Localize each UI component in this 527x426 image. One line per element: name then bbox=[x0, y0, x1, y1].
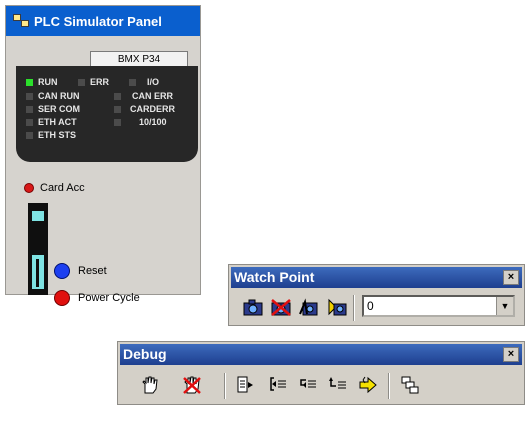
set-breakpoint-button[interactable] bbox=[138, 373, 162, 397]
set-watch-button[interactable] bbox=[241, 295, 265, 319]
network-app-icon bbox=[13, 14, 29, 28]
err-led bbox=[78, 79, 85, 86]
watch-point-combo-value: 0 bbox=[367, 299, 374, 313]
err-led-label: ERR bbox=[90, 77, 110, 87]
close-icon[interactable]: × bbox=[503, 347, 519, 362]
step-over-icon bbox=[300, 379, 316, 388]
plc-title-bar[interactable]: PLC Simulator Panel bbox=[6, 6, 200, 36]
debug-toolbar: Debug × bbox=[117, 341, 525, 405]
show-current-step-icon bbox=[359, 376, 377, 394]
clear-watch-button[interactable] bbox=[269, 295, 293, 319]
can-err-led bbox=[114, 93, 121, 100]
can-run-led-label: CAN RUN bbox=[38, 91, 80, 101]
10-100-led-label: 10/100 bbox=[139, 117, 167, 127]
run-led bbox=[26, 79, 33, 86]
toolbar-separator bbox=[224, 373, 226, 399]
eth-act-led bbox=[26, 119, 33, 126]
card-slot-notch bbox=[36, 259, 39, 287]
can-run-led bbox=[26, 93, 33, 100]
call-stack-button[interactable] bbox=[398, 373, 422, 397]
ser-com-led-label: SER COM bbox=[38, 104, 81, 114]
set-breakpoint-icon bbox=[142, 376, 158, 394]
show-watch-button[interactable] bbox=[297, 295, 321, 319]
run-led-label: RUN bbox=[38, 77, 58, 87]
go-icon bbox=[237, 376, 253, 393]
card-acc-led bbox=[24, 183, 34, 193]
debug-title-bar[interactable]: Debug × bbox=[120, 344, 522, 365]
carderr-led bbox=[114, 106, 121, 113]
can-err-led-label: CAN ERR bbox=[132, 91, 174, 101]
close-icon[interactable]: × bbox=[503, 270, 519, 285]
eth-sts-led bbox=[26, 132, 33, 139]
plc-simulator-panel: PLC Simulator Panel BMX P34 RUN ERR I/O … bbox=[5, 5, 201, 306]
card-slot-top-bar bbox=[32, 211, 44, 221]
reset-button[interactable]: Reset bbox=[54, 263, 107, 279]
io-led-label: I/O bbox=[147, 77, 160, 87]
debug-title: Debug bbox=[123, 346, 167, 362]
watch-point-toolbar: Watch Point × 0 ▼ bbox=[228, 264, 525, 326]
watch-point-title: Watch Point bbox=[234, 269, 315, 285]
card-access-indicator: Card Acc bbox=[24, 182, 85, 194]
chevron-down-icon[interactable]: ▼ bbox=[496, 297, 513, 315]
led-display: RUN ERR I/O CAN RUN CAN ERR SER COM CARD… bbox=[16, 66, 198, 162]
power-cycle-icon bbox=[54, 290, 70, 306]
step-over-button[interactable] bbox=[296, 373, 320, 397]
plc-title: PLC Simulator Panel bbox=[34, 13, 162, 29]
step-out-icon bbox=[329, 377, 346, 389]
watch-point-combo[interactable]: 0 ▼ bbox=[362, 295, 515, 317]
power-cycle-button[interactable]: Power Cycle bbox=[54, 290, 140, 306]
ser-com-led bbox=[26, 106, 33, 113]
reset-label: Reset bbox=[78, 265, 107, 277]
step-into-button[interactable] bbox=[266, 373, 290, 397]
card-acc-label: Card Acc bbox=[40, 182, 85, 194]
show-current-step-button[interactable] bbox=[356, 373, 380, 397]
carderr-led-label: CARDERR bbox=[130, 104, 175, 114]
go-button[interactable] bbox=[234, 373, 258, 397]
set-watch-icon bbox=[243, 299, 263, 316]
sync-watch-button[interactable] bbox=[325, 295, 349, 319]
power-cycle-label: Power Cycle bbox=[78, 292, 140, 304]
call-stack-icon bbox=[401, 376, 419, 394]
show-watch-icon bbox=[299, 298, 318, 316]
clear-breakpoint-icon bbox=[183, 376, 201, 394]
10-100-led bbox=[114, 119, 121, 126]
io-led bbox=[129, 79, 136, 86]
reset-icon bbox=[54, 263, 70, 279]
step-into-icon bbox=[270, 377, 286, 391]
eth-sts-led-label: ETH STS bbox=[38, 130, 77, 140]
eth-act-led-label: ETH ACT bbox=[38, 117, 77, 127]
watch-point-title-bar[interactable]: Watch Point × bbox=[231, 267, 522, 288]
sync-watch-icon bbox=[328, 298, 347, 316]
clear-watch-icon bbox=[271, 299, 291, 316]
toolbar-separator bbox=[388, 373, 390, 399]
toolbar-separator bbox=[353, 295, 355, 321]
memory-card-slot[interactable] bbox=[28, 203, 48, 295]
step-out-button[interactable] bbox=[326, 373, 350, 397]
clear-breakpoint-button[interactable] bbox=[180, 373, 204, 397]
